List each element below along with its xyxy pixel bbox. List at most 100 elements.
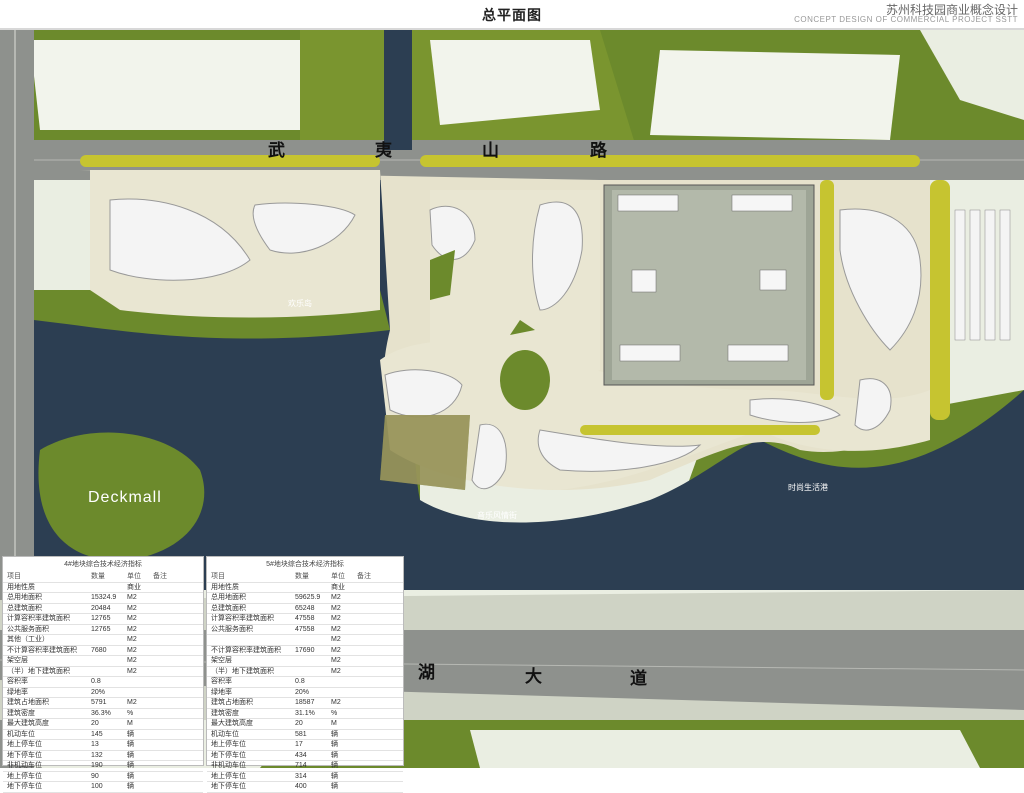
cell-item: 最大建筑高度 (211, 720, 253, 727)
cell-qty: 59625.9 (295, 594, 321, 601)
cell-item: 计算容积率建筑面积 (211, 615, 274, 622)
cell-unit: 辆 (127, 762, 134, 769)
cell-qty: 7680 (91, 646, 107, 654)
cell-unit: M2 (331, 636, 341, 643)
table-row: 地上停车位 17 辆 (207, 740, 403, 751)
cell-qty: 400 (295, 783, 307, 790)
cell-item: （半）地下建筑面积 (7, 667, 70, 675)
cell-unit: M2 (331, 625, 341, 633)
table-row: 地上停车位 314 辆 (207, 772, 403, 782)
table-body: 用地性质 商业 总用地面积 59625.9 M2 总建筑面积 65248 M2 计算容积率建筑面… (207, 583, 403, 793)
road-north-char-3: 山 (482, 141, 499, 160)
road-south-char-1: 湖 (418, 663, 435, 682)
cell-item: 架空层 (211, 657, 232, 664)
cell-unit: 辆 (127, 751, 134, 759)
cell-unit: M2 (127, 657, 137, 664)
col-header-note: 备注 (357, 573, 371, 580)
table-row: 绿地率 20% (3, 688, 203, 698)
table-row: 建筑密度 31.1%% (207, 709, 403, 719)
table-row: （半）地下建筑面积 M2 (3, 667, 203, 677)
cell-unit: 辆 (331, 751, 338, 759)
cell-item: 计算容积率建筑面积 (7, 615, 70, 622)
place-label-2: 音乐风情街 (477, 511, 517, 520)
cell-qty: 0.8 (295, 678, 305, 685)
table-body: 用地性质 商业 总用地面积 15324.9 M2 总建筑面积 20484 M2 计算容积率建筑面… (3, 583, 203, 793)
place-label-3: 时尚生活港 (788, 483, 828, 492)
cell-unit: M2 (127, 667, 137, 675)
cell-unit: 辆 (127, 741, 134, 748)
table-row: 地下停车位 434 辆 (207, 751, 403, 761)
col-header-item: 项目 (7, 573, 21, 580)
cell-qty: 17690 (295, 646, 315, 654)
cell-qty: 17 (295, 741, 303, 748)
table-row: 总用地面积 15324.9 M2 (3, 593, 203, 604)
table-row: 公共服务面积 12765 M2 (3, 625, 203, 635)
cell-item: 非机动车位 (211, 762, 246, 769)
cell-item: 不计算容积率建筑面积 (7, 646, 77, 654)
table-row: 地上停车位 13 辆 (3, 740, 203, 751)
road-north-char-4: 路 (590, 141, 607, 160)
cell-item: 架空层 (7, 657, 28, 664)
cell-unit: M2 (331, 615, 341, 622)
cell-unit: M2 (127, 615, 137, 622)
table-row: 地下停车位 100 辆 (3, 782, 203, 793)
cell-qty: 18587 (295, 699, 315, 706)
table-row: 总用地面积 59625.9 M2 (207, 593, 403, 604)
cell-unit: M2 (331, 699, 341, 706)
cell-qty: 65248 (295, 604, 315, 612)
table-row: 建筑占地面积 18587 M2 (207, 698, 403, 709)
col-header-note: 备注 (153, 573, 167, 580)
table-row: 容积率 0.8 (3, 677, 203, 688)
north-canal (384, 30, 412, 150)
cell-item: 地上停车位 (211, 741, 246, 748)
cell-unit: M2 (331, 646, 341, 654)
cell-unit: 辆 (331, 783, 338, 790)
table-row: 总建筑面积 20484 M2 (3, 604, 203, 614)
table-row: 建筑占地面积 5791 M2 (3, 698, 203, 709)
table-row: 其他（工业） M2 (3, 635, 203, 646)
cell-qty: 31.1% (295, 709, 315, 717)
cell-unit: 商业 (127, 583, 141, 591)
cell-item: 容积率 (7, 678, 28, 685)
cell-item: 用地性质 (7, 583, 35, 591)
cell-unit: M2 (127, 699, 137, 706)
cell-qty: 12765 (91, 615, 111, 622)
place-label-1: 欢乐岛 (288, 299, 312, 308)
table-title: 4#地块综合技术经济指标 (64, 561, 142, 568)
table-row: 绿地率 20% (207, 688, 403, 698)
cell-qty: 190 (91, 762, 103, 769)
cell-item: 总建筑面积 (211, 604, 246, 612)
cell-qty: 47558 (295, 615, 315, 622)
cell-unit: 商业 (331, 583, 345, 591)
cell-unit: 辆 (331, 741, 338, 748)
cell-qty: 20% (91, 688, 106, 696)
cell-unit: 辆 (331, 730, 338, 738)
col-header-qty: 数量 (295, 573, 309, 580)
cell-item: 地上停车位 (211, 772, 246, 780)
cell-unit: M (331, 720, 337, 727)
cell-item: 绿地率 (7, 688, 28, 696)
cell-qty: 100 (91, 783, 103, 790)
cell-qty: 15324.9 (91, 594, 117, 601)
cell-unit: M2 (127, 636, 137, 643)
table-row: 地上停车位 90 辆 (3, 772, 203, 782)
cell-item: 地下停车位 (7, 783, 42, 790)
cell-qty: 20 (91, 720, 99, 727)
cell-unit: M2 (127, 646, 137, 654)
table-row: 地下停车位 400 辆 (207, 782, 403, 793)
col-header-unit: 单位 (331, 573, 345, 580)
table-row: 计算容积率建筑面积 12765 M2 (3, 614, 203, 625)
cell-unit: M2 (331, 594, 341, 601)
cell-unit: M2 (331, 604, 341, 612)
col-header-qty: 数量 (91, 573, 105, 580)
cell-item: 机动车位 (7, 730, 35, 738)
road-north-char-2: 夷 (375, 141, 392, 160)
table-row: 架空层 M2 (3, 656, 203, 667)
road-south-char-2: 大 (525, 667, 542, 686)
cell-qty: 20484 (91, 604, 111, 612)
cell-item: 地下停车位 (211, 751, 246, 759)
cell-item: 建筑密度 (7, 709, 35, 717)
cell-unit: 辆 (127, 772, 134, 780)
cell-item: 其他（工业） (7, 636, 49, 643)
cell-unit: M2 (127, 594, 137, 601)
